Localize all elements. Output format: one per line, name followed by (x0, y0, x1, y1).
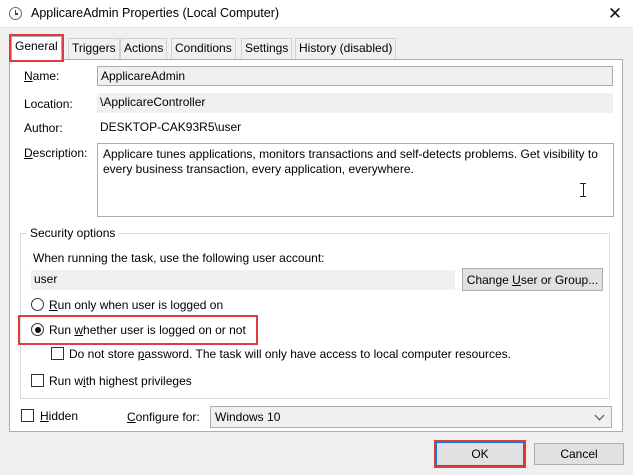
description-label: Description: (24, 146, 88, 160)
location-label: Location: (24, 97, 73, 111)
configure-for-value: Windows 10 (215, 410, 281, 424)
ok-button[interactable]: OK (434, 440, 526, 468)
description-textarea[interactable]: Applicare tunes applications, monitors t… (97, 143, 614, 217)
security-options-title: Security options (27, 226, 119, 240)
tab-conditions[interactable]: Conditions (171, 38, 236, 59)
run-whether-logged-on-radio[interactable] (31, 323, 44, 336)
cancel-button[interactable]: Cancel (534, 443, 624, 465)
tab-triggers[interactable]: Triggers (68, 38, 120, 59)
title-bar: ApplicareAdmin Properties (Local Compute… (0, 0, 633, 28)
name-field[interactable]: ApplicareAdmin (97, 66, 613, 86)
window-title: ApplicareAdmin Properties (Local Compute… (31, 6, 280, 20)
author-value: DESKTOP-CAK93R5\user (100, 120, 242, 134)
do-not-store-password-label[interactable]: Do not store password. The task will onl… (69, 347, 511, 361)
account-prompt: When running the task, use the following… (33, 251, 325, 265)
close-button[interactable]: ✕ (598, 2, 632, 26)
configure-for-label: Configure for: (127, 410, 200, 424)
hidden-label[interactable]: Hidden (40, 409, 78, 423)
run-whether-logged-on-label[interactable]: Run whether user is logged on or not (49, 323, 246, 337)
run-only-logged-on-radio[interactable] (31, 298, 44, 311)
text-cursor-icon (580, 183, 586, 197)
author-label: Author: (24, 121, 63, 135)
name-label: Name: (24, 69, 60, 83)
location-value: \ApplicareController (97, 93, 613, 113)
tab-settings[interactable]: Settings (241, 38, 293, 59)
highest-privileges-label[interactable]: Run with highest privileges (49, 374, 192, 388)
configure-for-select[interactable]: Windows 10 (210, 406, 612, 428)
run-only-logged-on-label[interactable]: Run only when user is logged on (49, 298, 223, 312)
tab-actions[interactable]: Actions (120, 38, 168, 59)
hidden-checkbox[interactable] (21, 409, 34, 422)
tab-history[interactable]: History (disabled) (295, 38, 397, 59)
highest-privileges-checkbox[interactable] (31, 374, 44, 387)
chevron-down-icon (594, 410, 605, 421)
do-not-store-password-checkbox[interactable] (51, 347, 64, 360)
tab-general[interactable]: General (9, 34, 64, 62)
user-account-field: user (31, 270, 455, 290)
change-user-button[interactable]: Change User or Group... (462, 268, 603, 291)
clock-icon (9, 7, 22, 20)
